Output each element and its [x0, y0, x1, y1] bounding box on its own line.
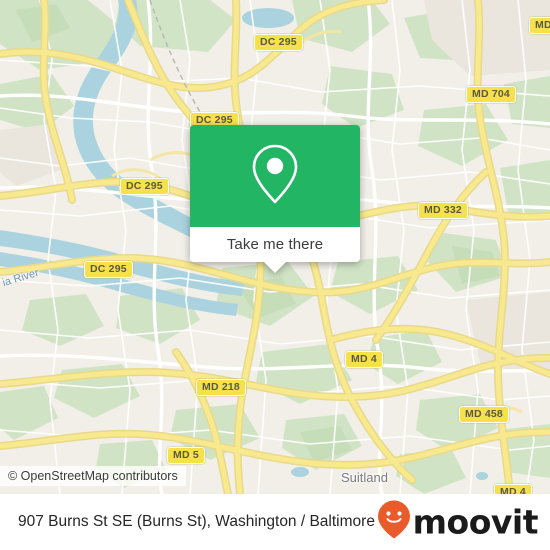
callout-image-panel [190, 125, 360, 227]
moovit-pin-icon [377, 500, 411, 545]
address-label: 907 Burns St SE (Burns St), Washington /… [18, 513, 375, 530]
highway-shield: DC 295 [120, 178, 169, 195]
footer-bar: 907 Burns St SE (Burns St), Washington /… [0, 494, 550, 550]
moovit-map-screen: DC 295 DC 295 DC 295 DC 295 MD 704 MD 332 MD 4… [0, 0, 550, 550]
map-attribution[interactable]: © OpenStreetMap contributors [0, 466, 186, 486]
callout-pointer-tail [264, 262, 286, 273]
highway-shield: MD 218 [196, 379, 246, 396]
highway-shield: DC 295 [84, 261, 133, 278]
moovit-logo[interactable]: moovit [377, 500, 539, 545]
highway-shield: MD 458 [459, 406, 509, 423]
highway-shield: MD 704 [466, 86, 516, 103]
highway-shield: MD [529, 17, 550, 34]
location-callout-card[interactable]: Take me there [190, 125, 360, 273]
highway-shield: MD 332 [418, 202, 468, 219]
highway-shield: DC 295 [254, 34, 303, 51]
highway-shield: MD 4 [494, 484, 532, 494]
map-pin-icon [249, 143, 301, 210]
highway-shield: MD 4 [345, 351, 383, 368]
take-me-there-button[interactable]: Take me there [227, 236, 323, 253]
highway-shield: MD 5 [167, 447, 205, 464]
moovit-wordmark: moovit [412, 502, 539, 542]
callout-action-bar[interactable]: Take me there [190, 227, 360, 273]
